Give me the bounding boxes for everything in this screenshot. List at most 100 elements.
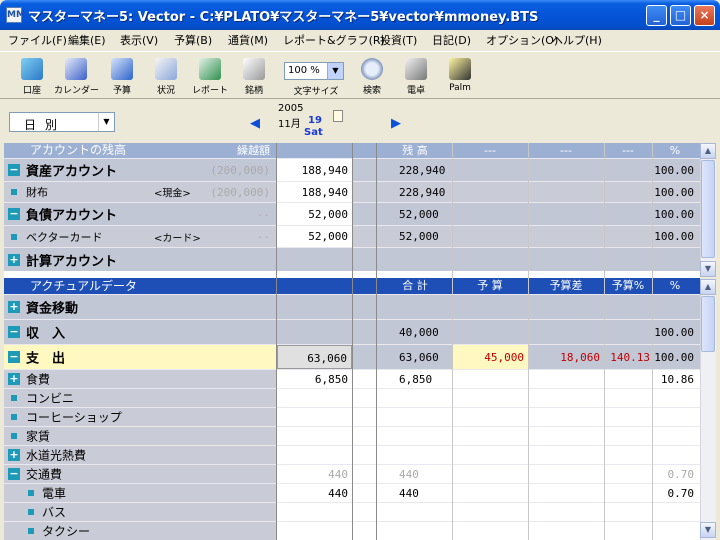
- toolbar-account-button[interactable]: 口座: [10, 56, 54, 98]
- budget-diff-cell: [529, 484, 604, 502]
- day-cell[interactable]: [277, 427, 352, 445]
- scroll-up-button[interactable]: ▲: [700, 143, 716, 159]
- prev-date-arrow-icon[interactable]: ◀: [250, 116, 260, 131]
- budget-pct-cell: [605, 427, 652, 445]
- zoom-value: 100 %: [288, 65, 320, 76]
- budget-diff-cell: [529, 427, 604, 445]
- bullet-icon: [28, 509, 34, 515]
- menu-budget[interactable]: 予算(B): [174, 32, 212, 48]
- total-cell: [377, 446, 452, 464]
- budget-cell[interactable]: [453, 408, 528, 426]
- budget-cell[interactable]: [453, 484, 528, 502]
- day-cell[interactable]: [277, 446, 352, 464]
- scroll-up-button[interactable]: ▲: [700, 279, 716, 295]
- day-cell[interactable]: 63,060: [277, 345, 352, 369]
- expand-icon[interactable]: +: [8, 449, 20, 461]
- collapse-icon[interactable]: −: [8, 164, 20, 176]
- next-date-arrow-icon[interactable]: ▶: [391, 116, 401, 131]
- collapse-icon[interactable]: −: [8, 326, 20, 338]
- period-value: 日別: [24, 118, 67, 132]
- toolbar-calculator-button[interactable]: 電卓: [394, 56, 438, 98]
- toolbar-report-button[interactable]: レポート: [188, 56, 232, 98]
- toolbar-palm-button[interactable]: Palm: [438, 56, 482, 98]
- budget-cell[interactable]: [453, 465, 528, 483]
- budget-cell[interactable]: [453, 503, 528, 521]
- pct-cell: [652, 389, 698, 407]
- menu-file[interactable]: ファイル(F): [8, 32, 67, 48]
- budget-cell[interactable]: [453, 446, 528, 464]
- expand-icon[interactable]: +: [8, 301, 20, 313]
- budget-cell[interactable]: [453, 320, 528, 344]
- scroll-down-button[interactable]: ▼: [700, 261, 716, 277]
- total-cell: 440: [399, 487, 419, 500]
- collapse-icon[interactable]: −: [8, 468, 20, 480]
- day-cell[interactable]: [277, 295, 352, 319]
- toolbar-status-button[interactable]: 状況: [144, 56, 188, 98]
- menu-view[interactable]: 表示(V): [120, 32, 158, 48]
- collapse-icon[interactable]: −: [8, 208, 20, 220]
- day-cell[interactable]: [277, 503, 352, 521]
- bullet-icon: [11, 189, 17, 195]
- scroll-down-button[interactable]: ▼: [700, 522, 716, 538]
- maximize-button[interactable]: □: [670, 5, 691, 26]
- budget-header: 予 算: [477, 279, 503, 292]
- pct-cell: 100.00: [654, 186, 694, 199]
- day-cell[interactable]: 188,940: [277, 182, 352, 202]
- menu-currency[interactable]: 通貨(M): [228, 32, 268, 48]
- toolbar-calendar-button[interactable]: カレンダー: [54, 56, 99, 98]
- expand-icon[interactable]: +: [8, 373, 20, 385]
- menu-help[interactable]: ヘルプ(H): [552, 32, 602, 48]
- budget-pct-cell: [605, 320, 652, 344]
- chevron-down-icon[interactable]: ▼: [327, 63, 343, 79]
- day-cell[interactable]: 440: [277, 465, 352, 483]
- day-cell[interactable]: [277, 522, 352, 540]
- menu-options[interactable]: オプション(O): [486, 32, 558, 48]
- app-icon[interactable]: MM: [6, 7, 25, 23]
- day-cell[interactable]: [277, 408, 352, 426]
- chevron-down-icon[interactable]: ▼: [98, 113, 114, 131]
- menu-diary[interactable]: 日記(D): [432, 32, 471, 48]
- toolbar-font-size-button[interactable]: 文字サイズ: [286, 84, 346, 98]
- toolbar-budget-button[interactable]: 予算: [100, 56, 144, 98]
- grid-line: [528, 143, 529, 540]
- budget-cell[interactable]: [453, 389, 528, 407]
- menu-report[interactable]: レポート&グラフ(R): [283, 32, 385, 48]
- title-bar[interactable]: MM マスターマネー5: Vector - C:¥PLATO¥マスターマネー5¥…: [0, 0, 720, 30]
- day-cell[interactable]: [277, 320, 352, 344]
- menu-bar: ファイル(F) 編集(E) 表示(V) 予算(B) 通貨(M) レポート&グラフ…: [0, 30, 720, 50]
- carry-cell: --: [256, 230, 270, 243]
- account-type-tag: <カード>: [154, 233, 201, 244]
- budget-cell[interactable]: [453, 522, 528, 540]
- minimize-button[interactable]: _: [646, 5, 667, 26]
- zoom-select[interactable]: 100 % ▼: [284, 62, 344, 80]
- scroll-thumb[interactable]: [701, 296, 715, 352]
- day-cell[interactable]: 440: [277, 484, 352, 502]
- collapse-icon[interactable]: −: [8, 351, 20, 363]
- budget-cell[interactable]: [453, 295, 528, 319]
- day-cell[interactable]: 188,940: [277, 159, 352, 181]
- day-cell[interactable]: 6,850: [277, 370, 352, 388]
- day-cell[interactable]: [277, 389, 352, 407]
- expand-icon[interactable]: +: [8, 253, 20, 266]
- menu-invest[interactable]: 投資(T): [380, 32, 417, 48]
- budget-cell[interactable]: 45,000: [453, 345, 528, 369]
- budget-cell[interactable]: [453, 370, 528, 388]
- category-label: 資金移動: [26, 301, 79, 317]
- day-cell[interactable]: 52,000: [277, 226, 352, 247]
- budget-cell[interactable]: [453, 427, 528, 445]
- scroll-thumb[interactable]: [701, 160, 715, 258]
- menu-edit[interactable]: 編集(E): [68, 32, 106, 48]
- toolbar-search-button[interactable]: 検索: [350, 56, 394, 98]
- period-select[interactable]: 日別 ▼: [9, 112, 115, 132]
- memo-icon[interactable]: [333, 110, 343, 122]
- close-button[interactable]: ×: [694, 5, 715, 26]
- total-cell: [377, 503, 452, 521]
- status-icon: [155, 58, 177, 80]
- balance-cell: 228,940: [399, 164, 446, 177]
- total-cell: 6,850: [399, 373, 433, 386]
- day-cell[interactable]: 52,000: [277, 203, 352, 225]
- actual-header-title: アクチュアルデータ: [30, 279, 138, 293]
- day-cell[interactable]: [277, 248, 352, 271]
- category-label: 水道光熱費: [26, 448, 87, 463]
- toolbar-stocks-button[interactable]: 銘柄: [232, 56, 276, 98]
